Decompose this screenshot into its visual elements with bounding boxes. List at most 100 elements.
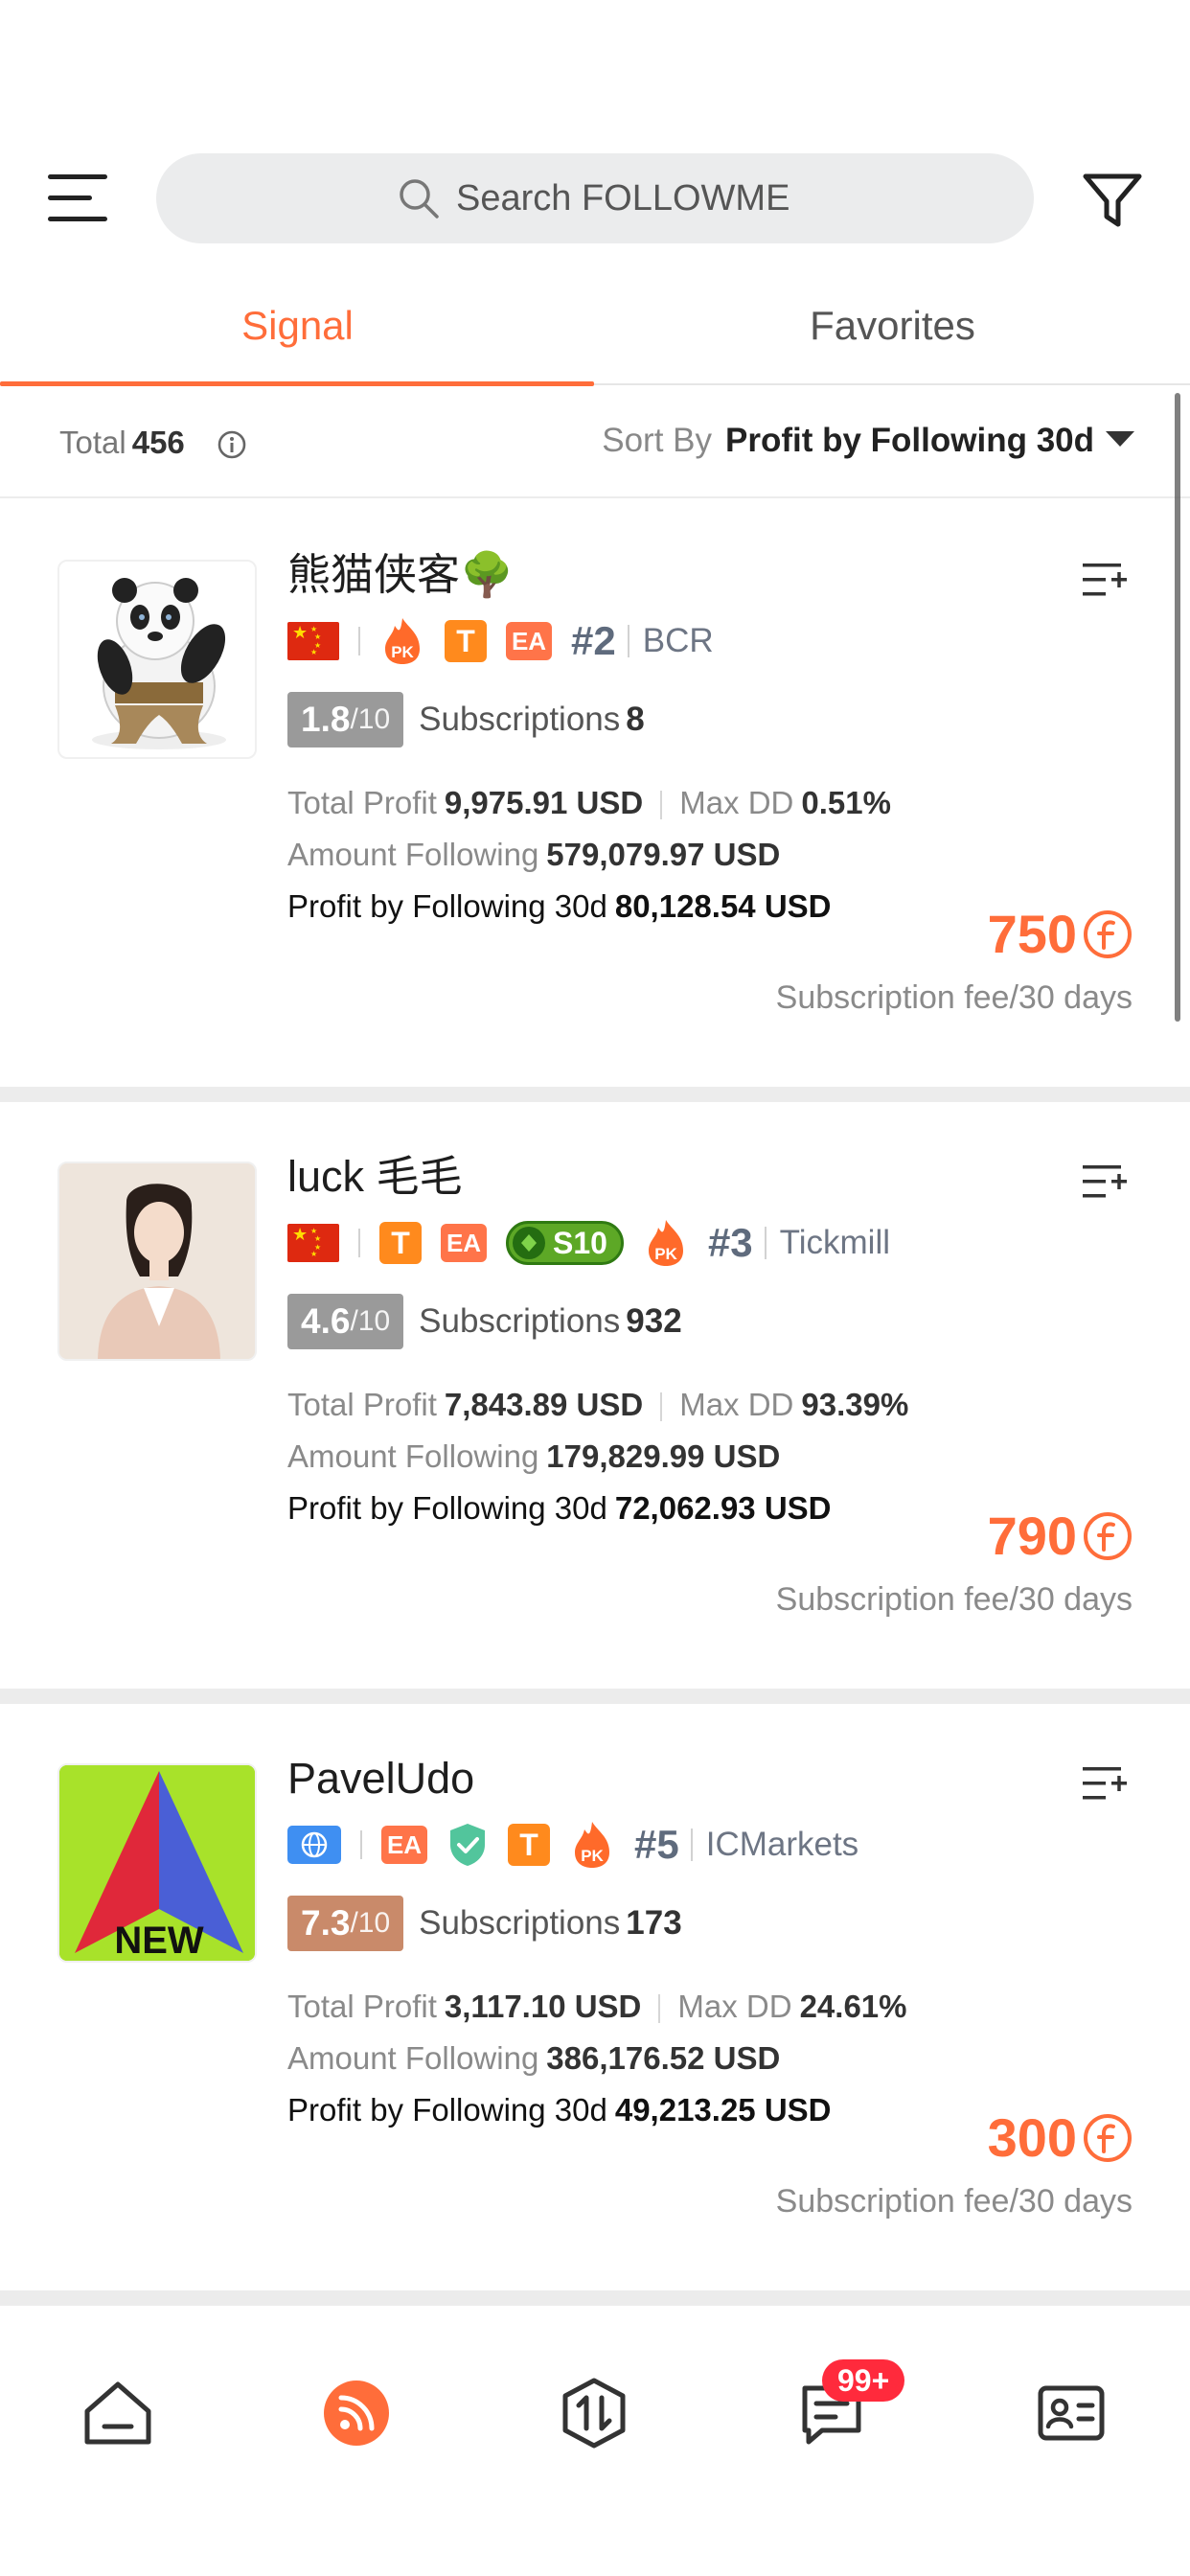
subscription-fee[interactable]: 790 [988,1505,1133,1568]
total-label: Total [59,425,126,460]
signal-feed-icon[interactable] [318,2375,395,2451]
trader-t-badge: T [379,1222,422,1264]
badge-row: ★ ★ ★ ★ ★ PK T EA #2 BCR [287,615,714,667]
amount-following-value: 179,829.99 USD [546,1438,781,1474]
signal-card[interactable]: luck 毛毛 ★ ★ ★ ★ ★ T EA S10 PK #3 Tickmill 4.… [0,1102,1190,1689]
score-value: 1.8 [301,700,351,739]
score-value: 4.6 [301,1301,351,1341]
subscriptions: Subscriptions 932 [419,1302,682,1341]
sort-label: Sort By [602,422,712,459]
diamond-icon [513,1227,545,1259]
score-badge: 1.8/10 [287,692,404,748]
subscriptions-value: 8 [626,701,645,738]
trade-icon[interactable] [556,2375,632,2451]
divider [358,627,360,656]
sort-value: Profit by Following 30d [725,422,1094,459]
profit-following-label: Profit by Following 30d [287,888,607,924]
svg-text:PK: PK [391,643,414,661]
coin-icon [1084,1512,1132,1560]
verified-shield-icon [450,1824,485,1866]
badge-row: EA T PK #5 ICMarkets [287,1819,858,1871]
new-logo-avatar-image: NEW [59,1765,255,1962]
score-badge: 7.3/10 [287,1896,404,1951]
panda-avatar-image [92,578,226,749]
max-dd-label: Max DD [677,1989,792,2024]
ea-badge: EA [381,1826,427,1864]
total-profit-label: Total Profit [287,1989,437,2024]
fee-value: 300 [987,2107,1077,2168]
home-icon[interactable] [80,2375,156,2451]
add-to-list-icon[interactable] [1081,1162,1127,1202]
tab-signal[interactable]: Signal [0,299,595,353]
notification-badge: 99+ [822,2359,905,2402]
max-dd-value: 24.61% [799,1989,907,2024]
subscriptions-label: Subscriptions [419,701,621,738]
trader-t-badge: T [445,620,487,662]
amount-following-label: Amount Following [287,2040,539,2076]
chevron-down-icon [1106,430,1134,447]
amount-following-value: 579,079.97 USD [546,837,781,872]
menu-icon[interactable] [48,172,107,222]
profit-stat-row: Total Profit 3,117.10 USD Max DD 24.61% [287,1986,907,2028]
search-icon [400,179,439,218]
max-dd-label: Max DD [679,1387,794,1422]
rank-label: #3 [707,1220,753,1265]
trader-t-badge: T [508,1824,550,1866]
add-to-list-icon[interactable] [1081,1763,1127,1804]
sort-dropdown[interactable]: Sort By Profit by Following 30d [602,420,1134,462]
add-to-list-icon[interactable] [1081,560,1127,600]
avatar-text: NEW [114,1920,204,1962]
amount-following-label: Amount Following [287,1438,539,1474]
profit-following-row: Profit by Following 30d 72,062.93 USD [287,1487,832,1530]
coin-icon [1084,2114,1132,2162]
svg-text:PK: PK [581,1847,604,1865]
china-flag-icon: ★ ★ ★ ★ ★ [287,1224,339,1262]
search-placeholder: Search FOLLOWME [456,178,790,218]
search-input[interactable]: Search FOLLOWME [156,153,1034,243]
total-profit-value: 3,117.10 USD [444,1989,642,2024]
active-tab-indicator [0,381,594,386]
subscription-fee[interactable]: 750 [988,903,1133,966]
broker-label: BCR [627,624,714,657]
total-value: 456 [131,425,185,460]
score-denominator: /10 [350,703,391,735]
pk-fire-icon: PK [385,618,420,664]
fee-period-label: Subscription fee/30 days [775,979,1133,1016]
info-icon[interactable] [217,429,247,460]
card-separator [0,2290,1190,2306]
top-bar: Search FOLLOWME [0,153,1190,243]
score-denominator: /10 [350,1907,391,1939]
profile-card-icon[interactable] [1033,2375,1110,2451]
rank-label: #5 [634,1822,679,1867]
amount-following-row: Amount Following 386,176.52 USD [287,2037,780,2080]
score-badge: 4.6/10 [287,1294,404,1349]
subscription-fee[interactable]: 300 [988,2106,1133,2170]
max-dd-label: Max DD [679,785,794,820]
s10-badge: S10 [506,1221,624,1265]
pk-fire-icon: PK [648,1220,683,1266]
total-profit-value: 7,843.89 USD [444,1387,644,1422]
globe-icon [287,1826,341,1864]
signal-card[interactable]: 熊猫侠客🌳 ★ ★ ★ ★ ★ PK T EA #2 BCR 1.8/10 Subscr… [0,500,1190,1087]
amount-following-value: 386,176.52 USD [546,2040,781,2076]
subscriptions-label: Subscriptions [419,1904,621,1942]
signal-name[interactable]: luck 毛毛 [287,1150,463,1204]
total-count: Total 456 [59,424,185,462]
filter-icon[interactable] [1081,169,1144,232]
amount-following-label: Amount Following [287,837,539,872]
profit-following-row: Profit by Following 30d 49,213.25 USD [287,2089,832,2131]
score-row: 1.8/10 Subscriptions 8 [287,692,645,748]
max-dd-value: 93.39% [801,1387,909,1422]
tab-favorites[interactable]: Favorites [595,299,1190,353]
amount-following-row: Amount Following 579,079.97 USD [287,834,780,876]
china-flag-icon: ★ ★ ★ ★ ★ [287,622,339,660]
signal-name[interactable]: 熊猫侠客🌳 [287,548,514,602]
signal-card[interactable]: NEW PavelUdo EA T PK #5 ICMarkets 7.3/10… [0,1704,1190,2290]
total-profit-value: 9,975.91 USD [444,785,644,820]
profit-following-label: Profit by Following 30d [287,2092,607,2128]
profit-stat-row: Total Profit 9,975.91 USD Max DD 0.51% [287,782,891,824]
avatar: NEW [57,1763,257,1963]
ea-badge: EA [441,1224,487,1262]
amount-following-row: Amount Following 179,829.99 USD [287,1436,780,1478]
signal-name[interactable]: PavelUdo [287,1752,474,1806]
